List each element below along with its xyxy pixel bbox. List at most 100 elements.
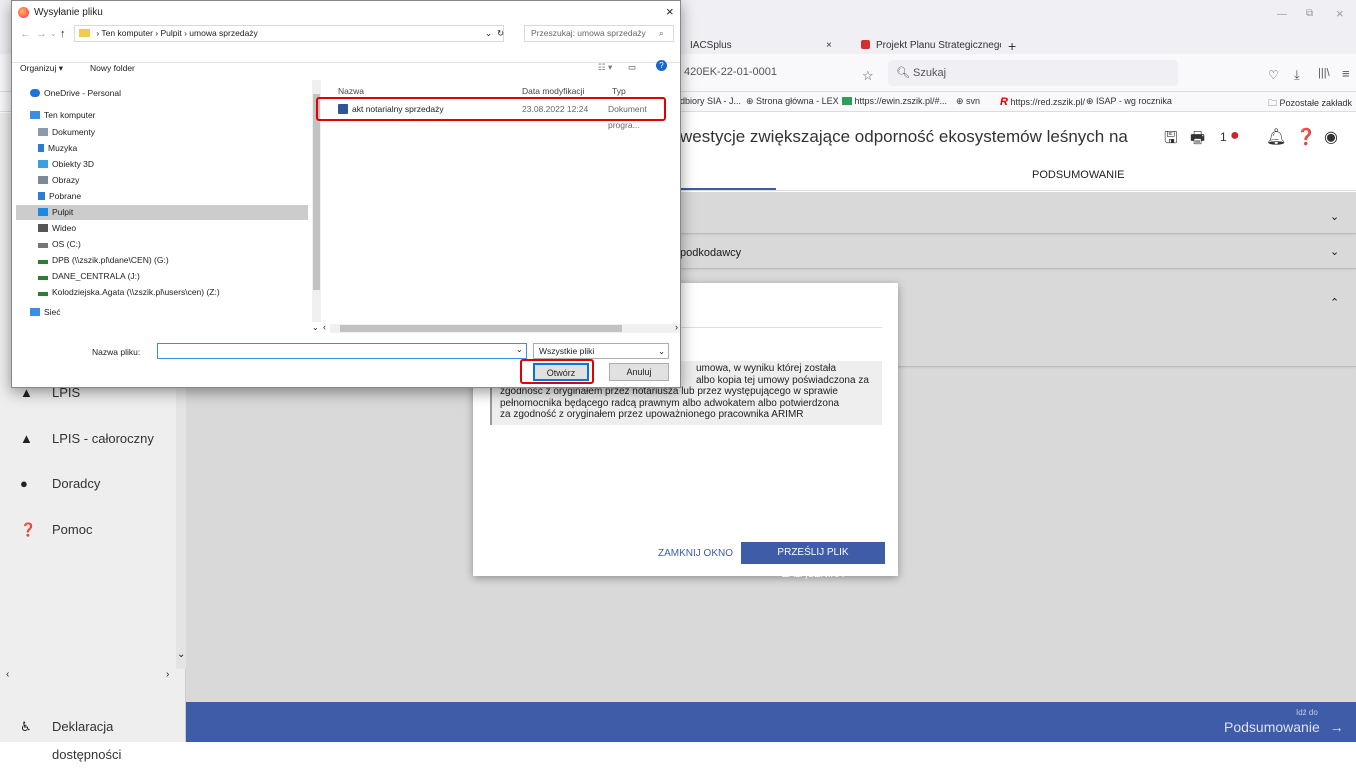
filename-input[interactable]: ⌄ [157, 343, 527, 359]
help-icon[interactable]: ? [656, 60, 667, 71]
folder-icon [79, 29, 90, 37]
accessibility-link[interactable]: ♿︎ Deklaracja dostępności [0, 713, 186, 762]
close-window-icon[interactable]: × [1336, 6, 1344, 21]
dropdown-icon[interactable]: ⌄ [516, 345, 523, 354]
bookmark-item[interactable]: R https://red.zszik.pl/ [1000, 96, 1085, 108]
view-options-icon[interactable]: ☷ ▾ [598, 62, 612, 73]
tree-label: Muzyka [48, 143, 78, 153]
goto-label: Idź do [1296, 708, 1318, 717]
folder-search-input[interactable]: Przeszukaj: umowa sprzedaży ⌕ [524, 25, 674, 42]
user-icon[interactable]: ◉ [1324, 127, 1338, 147]
sidebar-item-lpis-caloroczny[interactable]: ▲ LPIS - całoroczny [0, 425, 186, 453]
tree-label: Kolodziejska.Agata (\\zszik.pl\users\cen… [52, 287, 220, 297]
bookmark-item[interactable]: dbiory SIA - J... [680, 96, 741, 106]
tree-item-videos[interactable]: Wideo [16, 221, 308, 236]
recent-dropdown-icon[interactable]: ⌄ [50, 29, 57, 38]
scroll-thumb[interactable] [340, 325, 622, 332]
firefox-icon [18, 7, 29, 18]
next-summary-button[interactable]: Podsumowanie → [1224, 719, 1344, 735]
arrow-right-icon: → [1329, 719, 1344, 735]
tree-item-this-pc[interactable]: Ten komputer [16, 108, 308, 123]
tree-item-drive-z[interactable]: Kolodziejska.Agata (\\zszik.pl\users\cen… [16, 285, 308, 300]
minimize-icon[interactable]: — [1277, 9, 1287, 20]
filter-value: Wszystkie pliki [539, 346, 595, 356]
breadcrumb-dropdown-icon[interactable]: ⌄ [485, 26, 492, 41]
network-drive-icon [38, 292, 48, 296]
page-title: westycje zwiększające odporność ekosyste… [680, 127, 1128, 146]
menu-icon[interactable]: ≡ [1342, 66, 1350, 81]
next-summary-label: Podsumowanie [1224, 719, 1320, 735]
tree-item-network[interactable]: Sieć [16, 305, 308, 320]
organize-button[interactable]: Organizuj ▾ [20, 63, 63, 74]
breadcrumb-item[interactable]: umowa sprzedaży [189, 28, 258, 38]
save-icon[interactable]: 🖫 [1164, 127, 1178, 154]
pocket-icon[interactable]: ♡ [1268, 68, 1279, 82]
tab-label: Projekt Planu Strategicznego dla × [876, 40, 1001, 51]
refresh-icon[interactable]: ↻ [497, 26, 504, 41]
tree-item-downloads[interactable]: Pobrane [16, 189, 308, 204]
help-circle-icon[interactable]: ❓ [1296, 127, 1316, 147]
breadcrumb[interactable]: › Ten komputer › Pulpit › umowa sprzedaż… [74, 25, 504, 42]
send-attachment-button[interactable]: PRZEŚLIJ PLIK ZAŁĄCZNIKA [741, 542, 885, 580]
file-hscrollbar[interactable] [330, 324, 680, 333]
library-icon[interactable]: |||\ [1318, 67, 1330, 79]
search-icon: 🔍︎ [896, 67, 910, 79]
chevron-down-icon[interactable]: ⌄ [177, 649, 185, 660]
bookmark-item[interactable]: ⊕ ISAP - wg rocznika [1086, 96, 1172, 107]
restore-icon[interactable]: ⧉ [1306, 8, 1313, 19]
tree-item-documents[interactable]: Dokumenty [16, 125, 308, 140]
breadcrumb-item[interactable]: Pulpit [160, 28, 181, 38]
cancel-button[interactable]: Anuluj [609, 363, 669, 381]
bookmark-item[interactable]: ⊕ Strona główna - LEX [746, 96, 839, 107]
other-bookmarks[interactable]: 🗀 Pozostałe zakładk [1268, 96, 1352, 112]
bookmark-item[interactable]: https://ewin.zszik.pl/#... [842, 96, 947, 106]
forward-icon[interactable]: → [36, 28, 47, 40]
column-date[interactable]: Data modyfikacji [522, 86, 584, 96]
music-icon [38, 144, 44, 152]
tree-label: Wideo [52, 223, 77, 233]
tree-item-drive-j[interactable]: DANE_CENTRALA (J:) [16, 269, 308, 284]
drive-icon [38, 243, 48, 248]
tab-close-icon[interactable]: × [826, 40, 832, 51]
bell-icon[interactable]: 🔔︎ [1266, 127, 1286, 147]
tree-collapse-icon[interactable]: ⌄ [312, 323, 319, 332]
bookmark-label: https://ewin.zszik.pl/#... [854, 96, 948, 106]
column-name[interactable]: Nazwa [338, 86, 364, 96]
tree-item-music[interactable]: Muzyka [16, 141, 308, 156]
tree-item-desktop[interactable]: Pulpit [16, 205, 308, 220]
new-folder-button[interactable]: Nowy folder [90, 63, 135, 73]
hscroll-left-icon[interactable]: ‹ [6, 669, 9, 680]
tree-item-drive-c[interactable]: OS (C:) [16, 237, 308, 252]
tab-summary[interactable]: PODSUMOWANIE [1032, 169, 1125, 181]
file-type-filter[interactable]: Wszystkie pliki ⌄ [533, 343, 669, 359]
tree-item-drive-g[interactable]: DPB (\\zszik.pl\dane\CEN) (G:) [16, 253, 308, 268]
close-window-button[interactable]: ZAMKNIJ OKNO [658, 548, 733, 559]
up-icon[interactable]: ↑ [60, 28, 66, 40]
print-icon[interactable]: 🖶 [1190, 127, 1205, 154]
tree-item-3d-objects[interactable]: Obiekty 3D [16, 157, 308, 172]
tab-active-underline [680, 188, 776, 190]
alert-icon[interactable]: ● [1230, 127, 1240, 145]
star-icon[interactable]: ☆ [862, 68, 874, 84]
dropdown-icon: ⌄ [658, 346, 666, 356]
search-field[interactable]: 🔍︎ Szukaj [888, 60, 1178, 86]
breadcrumb-item[interactable]: Ten komputer [101, 28, 153, 38]
back-icon[interactable]: ← [20, 28, 31, 40]
footer-bar: Idź do Podsumowanie → [186, 702, 1356, 742]
scroll-left-icon[interactable]: ‹ [323, 322, 326, 332]
sidebar-item-doradcy[interactable]: ● Doradcy [0, 470, 186, 498]
hscroll-right-icon[interactable]: › [166, 669, 169, 680]
tree-item-pictures[interactable]: Obrazy [16, 173, 308, 188]
tree-label: Obrazy [52, 175, 80, 185]
sidebar-label: Pomoc [52, 522, 93, 537]
browser-window: IACSplus × Projekt Planu Strategicznego … [0, 0, 1356, 762]
tree-item-onedrive[interactable]: OneDrive - Personal [16, 86, 308, 101]
preview-pane-icon[interactable]: ▭ [628, 62, 636, 73]
sidebar-item-pomoc[interactable]: ❓ Pomoc [0, 516, 186, 544]
bookmark-item[interactable]: ⊕ svn [956, 96, 980, 107]
column-type[interactable]: Typ [612, 86, 626, 96]
scroll-thumb[interactable] [313, 94, 320, 290]
scroll-right-icon[interactable]: › [675, 322, 678, 332]
dialog-close-icon[interactable]: × [666, 4, 674, 19]
download-icon[interactable]: ⤓ [1294, 67, 1300, 83]
